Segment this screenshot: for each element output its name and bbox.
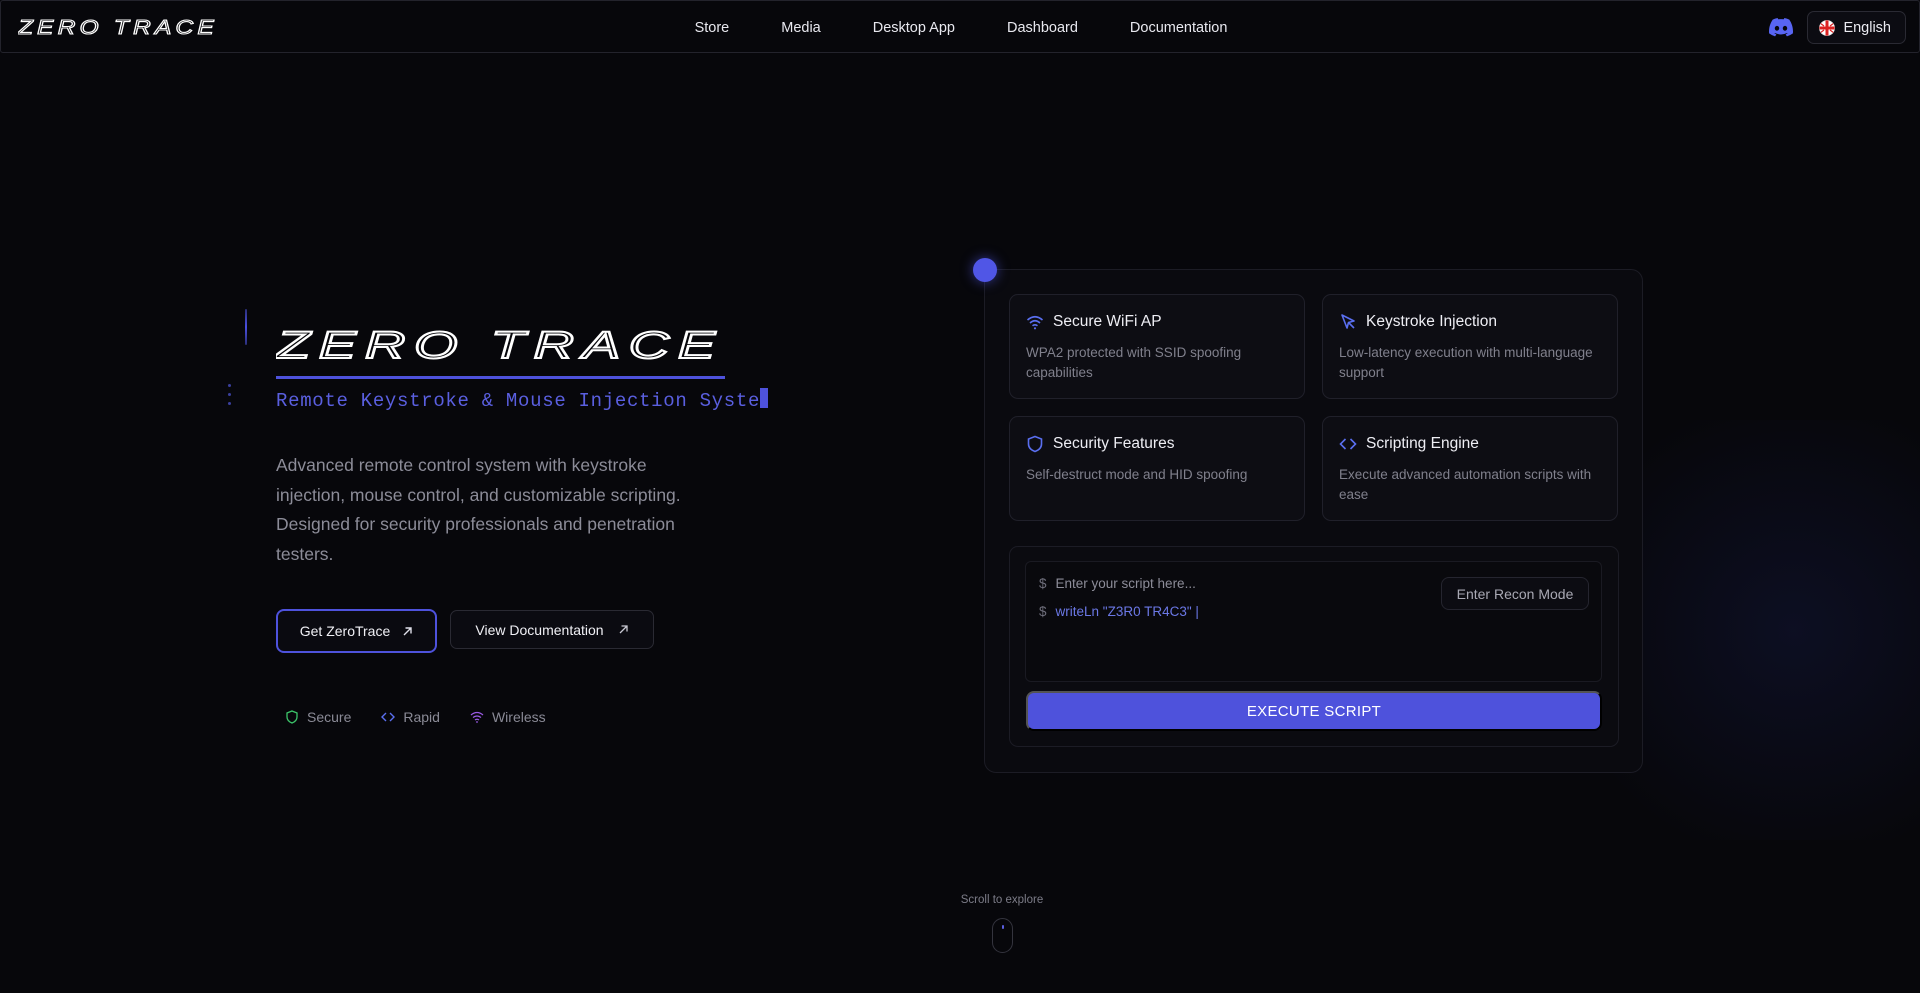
accent-bar (245, 309, 247, 345)
feature-card-scripting: Scripting Engine Execute advanced automa… (1322, 416, 1618, 521)
nav-link-media[interactable]: Media (755, 20, 847, 36)
terminal-prompt: $ (1039, 604, 1047, 619)
feature-card-security: Security Features Self-destruct mode and… (1009, 416, 1305, 521)
hero-description: Advanced remote control system with keys… (276, 455, 681, 564)
terminal-input-line: $ (1039, 576, 1416, 591)
view-documentation-button[interactable]: View Documentation (450, 610, 654, 649)
arrow-up-right-icon (619, 625, 628, 634)
feature-title: Security Features (1053, 435, 1175, 452)
scroll-hint: Scroll to explore (960, 894, 1044, 906)
recon-mode-button[interactable]: Enter Recon Mode (1441, 577, 1589, 610)
feature-desc: Self-destruct mode and HID spoofing (1026, 467, 1248, 482)
nav-link-documentation[interactable]: Documentation (1104, 20, 1254, 36)
top-nav: ZERO TRACE Store Media Desktop App Dashb… (0, 0, 1920, 53)
feature-card-wifi: Secure WiFi AP WPA2 protected with SSID … (1009, 294, 1305, 399)
wifi-icon (470, 711, 484, 723)
wifi-icon (1026, 315, 1044, 330)
tag-rapid: Rapid (381, 709, 440, 725)
decorative-dots (228, 384, 231, 405)
nav-links: Store Media Desktop App Dashboard Docume… (1, 1, 1920, 54)
uk-flag-icon (1819, 19, 1836, 36)
feature-desc: Low-latency execution with multi-languag… (1339, 345, 1593, 380)
svg-text:ZERO TRACE: ZERO TRACE (18, 17, 218, 37)
nav-right: English (1769, 11, 1906, 44)
hero-logo: ZERO TRACE (276, 328, 724, 360)
shield-icon (286, 710, 298, 724)
nav-link-dashboard[interactable]: Dashboard (981, 20, 1104, 36)
svg-text:ZERO TRACE: ZERO TRACE (276, 328, 724, 360)
nav-logo[interactable]: ZERO TRACE (18, 17, 220, 37)
terminal-prompt: $ (1039, 576, 1047, 591)
nav-link-store[interactable]: Store (669, 20, 756, 36)
language-selector[interactable]: English (1807, 11, 1906, 44)
tag-secure: Secure (285, 709, 351, 725)
terminal-code: writeLn "Z3R0 TR4C3" | (1055, 604, 1199, 619)
feature-title: Secure WiFi AP (1053, 313, 1162, 330)
shield-icon (1027, 435, 1043, 453)
code-icon (1339, 438, 1357, 450)
language-label: English (1843, 19, 1891, 36)
feature-title: Keystroke Injection (1366, 313, 1497, 330)
nav-link-desktop-app[interactable]: Desktop App (847, 20, 981, 36)
cursor-icon (1341, 314, 1355, 329)
execute-script-button[interactable]: EXECUTE SCRIPT (1026, 691, 1602, 731)
status-dot (973, 258, 997, 282)
feature-tags: Secure Rapid Wireless (285, 709, 576, 725)
feature-desc: WPA2 protected with SSID spoofing capabi… (1026, 345, 1242, 380)
feature-desc: Execute advanced automation scripts with… (1339, 467, 1592, 502)
tag-wireless: Wireless (470, 709, 546, 725)
feature-card-keystroke: Keystroke Injection Low-latency executio… (1322, 294, 1618, 399)
hero-subtitle: Remote Keystroke & Mouse Injection Syste (276, 390, 761, 412)
get-zerotrace-label: Get ZeroTrace (299, 623, 391, 639)
hero-underline (276, 376, 725, 379)
arrow-up-right-icon (403, 626, 412, 635)
view-documentation-label: View Documentation (475, 621, 604, 638)
typing-cursor (760, 388, 768, 408)
script-input[interactable] (1055, 576, 1416, 591)
mouse-scroll-icon[interactable] (992, 918, 1013, 953)
feature-title: Scripting Engine (1366, 435, 1479, 452)
get-zerotrace-button[interactable]: Get ZeroTrace (276, 609, 437, 653)
code-icon (381, 712, 396, 722)
discord-icon[interactable] (1769, 16, 1794, 40)
terminal-output-line: $ writeLn "Z3R0 TR4C3" | (1039, 604, 1199, 619)
